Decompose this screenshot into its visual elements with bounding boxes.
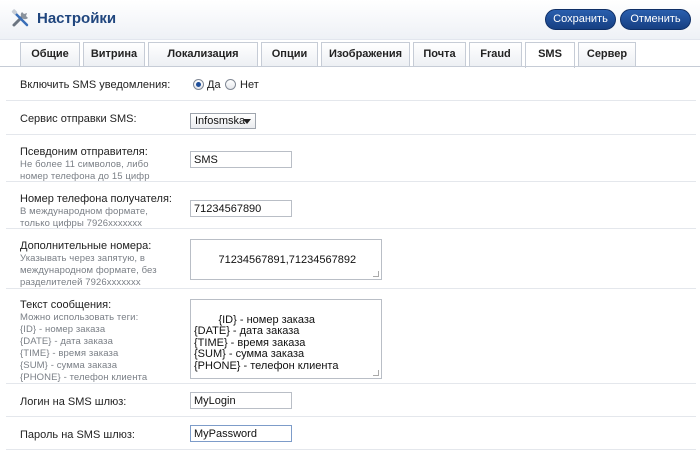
- login-input[interactable]: [190, 392, 292, 409]
- row-password: Пароль на SMS шлюз:: [6, 417, 696, 450]
- settings-window: Настройки Сохранить Отменить Общие Витри…: [0, 0, 700, 455]
- chevron-down-icon: [243, 119, 251, 124]
- page-title: Настройки: [37, 10, 117, 27]
- message-label: Текст сообщения: Можно использовать теги…: [20, 299, 148, 383]
- radio-no[interactable]: [225, 79, 236, 90]
- service-select[interactable]: Infosmska: [190, 113, 256, 129]
- service-select-value: Infosmska: [195, 115, 246, 127]
- tab-sms[interactable]: SMS: [525, 42, 575, 68]
- password-input[interactable]: [190, 425, 292, 442]
- tab-images[interactable]: Изображения: [321, 42, 410, 67]
- resize-grip-icon[interactable]: [373, 370, 379, 376]
- service-label: Сервис отправки SMS:: [20, 113, 137, 125]
- sender-label: Псевдоним отправителя: Не более 11 симво…: [20, 146, 150, 182]
- tab-mail[interactable]: Почта: [413, 42, 466, 67]
- tab-storefront[interactable]: Витрина: [83, 42, 145, 67]
- row-phone: Номер телефона получателя: В международн…: [6, 182, 696, 229]
- login-label: Логин на SMS шлюз:: [20, 396, 127, 408]
- extra-numbers-label: Дополнительные номера: Указывать через з…: [20, 240, 157, 288]
- radio-yes[interactable]: [193, 79, 204, 90]
- row-login: Логин на SMS шлюз:: [6, 384, 696, 417]
- tab-fraud[interactable]: Fraud: [469, 42, 522, 67]
- tab-options[interactable]: Опции: [261, 42, 318, 67]
- row-extra-numbers: Дополнительные номера: Указывать через з…: [6, 229, 696, 289]
- phone-label: Номер телефона получателя: В международн…: [20, 193, 172, 229]
- tools-icon: [11, 9, 29, 27]
- message-textarea[interactable]: {ID} - номер заказа {DATE} - дата заказа…: [190, 299, 382, 379]
- row-service: Сервис отправки SMS: Infosmska: [6, 101, 696, 135]
- sender-input[interactable]: [190, 151, 292, 168]
- extra-numbers-textarea[interactable]: 71234567891,71234567892: [190, 239, 382, 280]
- tab-general[interactable]: Общие: [20, 42, 80, 67]
- phone-input[interactable]: [190, 200, 292, 217]
- header-bar: Настройки Сохранить Отменить: [0, 0, 700, 40]
- radio-no-label: Нет: [240, 79, 259, 91]
- cancel-button[interactable]: Отменить: [620, 9, 691, 30]
- row-message: Текст сообщения: Можно использовать теги…: [6, 289, 696, 384]
- resize-grip-icon[interactable]: [373, 271, 379, 277]
- row-sms-enabled: Включить SMS уведомления: Да Нет: [6, 67, 696, 101]
- tab-server[interactable]: Сервер: [578, 42, 636, 67]
- row-sender: Псевдоним отправителя: Не более 11 симво…: [6, 135, 696, 182]
- save-button[interactable]: Сохранить: [545, 9, 616, 30]
- sms-enabled-label: Включить SMS уведомления:: [20, 79, 171, 91]
- password-label: Пароль на SMS шлюз:: [20, 429, 135, 441]
- radio-yes-label: Да: [207, 79, 221, 91]
- tab-localization[interactable]: Локализация: [148, 42, 258, 67]
